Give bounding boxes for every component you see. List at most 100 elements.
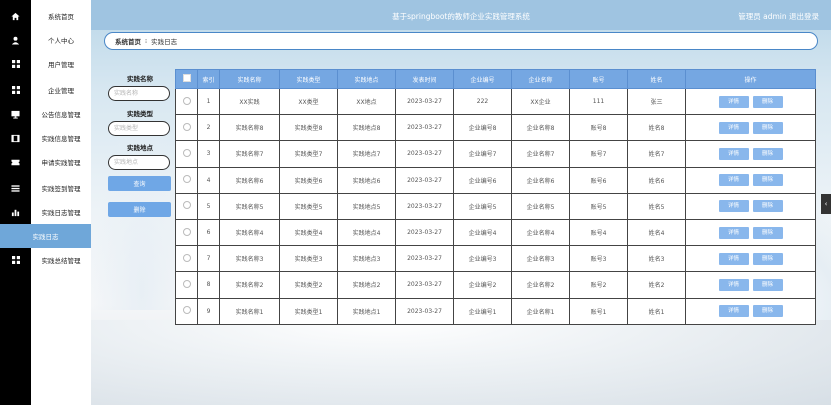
table-row: 6 实践名称4 实践类型4 实践地点4 2023-03-27 企业编号4 企业名称4 账号4 姓… — [175, 218, 816, 247]
table-cell: 企业编号6 — [453, 166, 512, 194]
table-cell: 企业编号5 — [453, 192, 512, 220]
table-cell: 实践类型1 — [279, 297, 338, 325]
sidebar-item-home[interactable]: 系统首页 — [31, 4, 91, 28]
grid-icon[interactable] — [0, 52, 31, 76]
table-cell: 企业编号8 — [453, 114, 512, 142]
batch-delete-button[interactable]: 删除 — [108, 202, 171, 217]
table-cell: 实践地点3 — [337, 245, 396, 273]
table-row: 5 实践名称5 实践类型5 实践地点5 2023-03-27 企业编号5 企业名称5 账号5 姓… — [175, 192, 816, 220]
practice-name-input[interactable] — [108, 86, 170, 101]
sidebar-item-companies[interactable]: 企业管理 — [31, 78, 91, 102]
grid-icon[interactable] — [0, 248, 31, 272]
delete-button[interactable]: 删除 — [752, 95, 783, 108]
sidebar-item-users[interactable]: 用户管理 — [31, 52, 91, 76]
sidebar-item-practice-info[interactable]: 实践信息管理 — [31, 126, 91, 150]
film-icon[interactable] — [0, 126, 31, 150]
sidebar-item-profile[interactable]: 个人中心 — [31, 28, 91, 52]
practice-place-input[interactable] — [108, 155, 170, 170]
row-checkbox[interactable] — [175, 297, 198, 325]
bar-chart-icon[interactable] — [0, 200, 31, 224]
table-cell: 实践类型7 — [279, 140, 338, 168]
row-actions: 详情 删除 — [685, 218, 816, 247]
table-cell: 实践名称5 — [219, 192, 280, 220]
table-cell: 实践名称4 — [219, 218, 280, 247]
row-checkbox[interactable] — [175, 218, 198, 247]
table-cell: 实践名称1 — [219, 297, 280, 325]
row-checkbox[interactable] — [175, 271, 198, 299]
table-cell: 企业编号7 — [453, 140, 512, 168]
ticket-icon[interactable] — [0, 150, 31, 174]
detail-button[interactable]: 详情 — [718, 305, 749, 318]
detail-button[interactable]: 详情 — [718, 226, 749, 239]
sidebar-item-practice-log[interactable]: 实践日志 — [0, 224, 91, 248]
table-cell: 账号4 — [569, 218, 628, 247]
row-checkbox[interactable] — [175, 114, 198, 142]
row-checkbox[interactable] — [175, 192, 198, 220]
home-icon[interactable] — [0, 4, 31, 28]
delete-button[interactable]: 删除 — [752, 226, 783, 239]
delete-button[interactable]: 删除 — [752, 147, 783, 160]
detail-button[interactable]: 详情 — [718, 147, 749, 160]
detail-button[interactable]: 详情 — [718, 200, 749, 213]
table-cell: 姓名2 — [627, 271, 686, 299]
query-button[interactable]: 查询 — [108, 176, 171, 191]
table-cell: XX实践 — [219, 87, 280, 116]
breadcrumb-home[interactable]: 系统首页 — [115, 36, 141, 46]
practice-place-label: 实践地点 — [127, 144, 153, 152]
sidebar-item-apply-practice[interactable]: 申请实践管理 — [31, 150, 91, 174]
row-checkbox[interactable] — [175, 245, 198, 273]
row-actions: 详情 删除 — [685, 166, 816, 194]
detail-button[interactable]: 详情 — [718, 252, 749, 265]
sidebar-item-log-management[interactable]: 实践日志管理 — [31, 200, 91, 224]
practice-log-table: 索引 实践名称 实践类型 实践地点 发表时间 企业编号 企业名称 账号 姓名 操… — [175, 69, 816, 325]
sidebar-item-notices[interactable]: 公告信息管理 — [31, 102, 91, 126]
user-icon[interactable] — [0, 28, 31, 52]
table-cell: 张三 — [627, 87, 686, 116]
detail-button[interactable]: 详情 — [718, 121, 749, 134]
detail-button[interactable]: 详情 — [718, 278, 749, 291]
delete-button[interactable]: 删除 — [752, 121, 783, 134]
table-cell: 实践类型6 — [279, 166, 338, 194]
table-cell: 2023-03-27 — [395, 271, 454, 299]
table-row: 4 实践名称6 实践类型6 实践地点6 2023-03-27 企业编号6 企业名称6 账号6 姓… — [175, 166, 816, 194]
top-header: 基于springboot的教师企业实践管理系统 管理员 admin 退出登录 — [91, 0, 831, 30]
chevron-left-icon[interactable]: ‹ — [821, 194, 831, 214]
practice-type-input[interactable] — [108, 121, 170, 136]
table-cell: 实践名称2 — [219, 271, 280, 299]
user-logout-link[interactable]: 管理员 admin 退出登录 — [738, 11, 819, 22]
table-cell: 企业名称8 — [511, 114, 570, 142]
delete-button[interactable]: 删除 — [752, 200, 783, 213]
background-scenery — [90, 320, 831, 405]
monitor-icon[interactable] — [0, 102, 31, 126]
row-checkbox[interactable] — [175, 140, 198, 168]
table-cell: 账号7 — [569, 140, 628, 168]
row-actions: 详情 删除 — [685, 140, 816, 168]
delete-button[interactable]: 删除 — [752, 174, 783, 187]
table-cell: 姓名4 — [627, 218, 686, 247]
row-actions: 详情 删除 — [685, 245, 816, 273]
table-row: 3 实践名称7 实践类型7 实践地点7 2023-03-27 企业编号7 企业名称7 账号7 姓… — [175, 140, 816, 168]
table-cell: 实践地点5 — [337, 192, 396, 220]
table-cell: 企业名称3 — [511, 245, 570, 273]
detail-button[interactable]: 详情 — [718, 95, 749, 108]
detail-button[interactable]: 详情 — [718, 174, 749, 187]
sidebar-item-signin[interactable]: 实践签到管理 — [31, 176, 91, 200]
table-cell: 实践地点1 — [337, 297, 396, 325]
grid-icon[interactable] — [0, 78, 31, 102]
delete-button[interactable]: 删除 — [752, 252, 783, 265]
delete-button[interactable]: 删除 — [752, 278, 783, 291]
select-all-checkbox[interactable] — [175, 69, 198, 89]
table-cell: 企业编号3 — [453, 245, 512, 273]
row-checkbox[interactable] — [175, 87, 198, 116]
table-cell: 2023-03-27 — [395, 245, 454, 273]
column-header: 实践名称 — [219, 69, 280, 89]
table-cell: 账号6 — [569, 166, 628, 194]
sidebar-item-summary[interactable]: 实践总结管理 — [31, 248, 91, 272]
table-cell: 实践名称7 — [219, 140, 280, 168]
app-title: 基于springboot的教师企业实践管理系统 — [392, 12, 530, 21]
delete-button[interactable]: 删除 — [752, 305, 783, 318]
list-icon[interactable] — [0, 176, 31, 200]
table-cell: 6 — [197, 218, 220, 247]
row-checkbox[interactable] — [175, 166, 198, 194]
table-cell: 2023-03-27 — [395, 87, 454, 116]
